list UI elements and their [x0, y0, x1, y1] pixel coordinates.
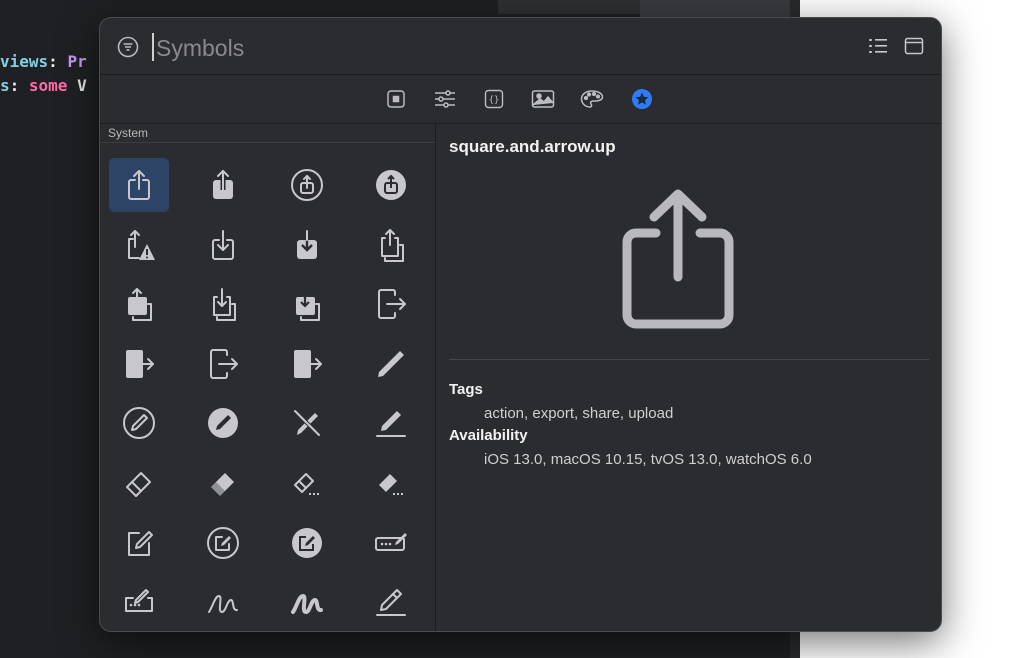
symbol-cell[interactable] [277, 158, 337, 212]
square-and-arrow-up-circle-fill-icon [376, 170, 406, 200]
symbol-cell[interactable] [109, 396, 169, 450]
pencil-line-icon [376, 411, 406, 437]
square-and-arrow-up-fill-icon [213, 170, 233, 199]
rectangle-portrait-and-arrow-right-fill-icon [126, 350, 154, 378]
divider [449, 359, 929, 360]
square-and-arrow-up-trianglebadge-exclamationmark-icon [128, 230, 155, 260]
symbol-cell[interactable] [361, 337, 421, 391]
pencil-and-ellipsis-rectangle-icon [125, 589, 153, 612]
symbol-cell[interactable] [277, 516, 337, 570]
symbol-cell[interactable] [361, 277, 421, 331]
square-and-arrow-down-on-square-fill-icon [296, 289, 320, 321]
symbol-cell[interactable] [109, 158, 169, 212]
symbol-cell[interactable] [193, 158, 253, 212]
list-view-icon[interactable] [868, 37, 888, 55]
svg-text:{}: {} [489, 96, 500, 106]
eraser-line-dashed-fill-icon [379, 474, 405, 495]
pencil-circle-icon [123, 407, 155, 439]
square-and-pencil-circle-icon [207, 527, 239, 559]
square-and-arrow-up-icon [128, 170, 150, 200]
pencil-and-outline-icon [376, 589, 406, 616]
library-tab-bar: {} [100, 75, 941, 124]
symbol-cell[interactable] [361, 218, 421, 272]
filter-icon[interactable] [117, 36, 139, 58]
symbol-cell[interactable] [109, 575, 169, 629]
scribble-variable-icon [291, 593, 323, 615]
rectangle-portrait-and-arrow-forward-icon [210, 349, 238, 379]
symbol-cell[interactable] [193, 516, 253, 570]
availability-value: iOS 13.0, macOS 10.15, tvOS 13.0, watchO… [484, 451, 812, 468]
availability-label: Availability [449, 427, 528, 444]
symbol-cell[interactable] [109, 277, 169, 331]
symbol-cell[interactable] [361, 575, 421, 629]
symbol-cell[interactable] [109, 516, 169, 570]
square-and-arrow-down-on-square-icon [213, 288, 236, 321]
symbol-cell[interactable] [109, 337, 169, 391]
pencil-circle-fill-icon [208, 408, 238, 438]
media-icon[interactable] [531, 87, 555, 111]
search-bar [100, 18, 941, 75]
symbol-cell[interactable] [277, 337, 337, 391]
symbol-cell[interactable] [277, 396, 337, 450]
symbol-detail: square.and.arrow.up Tags action, export,… [436, 124, 941, 631]
symbol-cell[interactable] [193, 277, 253, 331]
tags-label: Tags [449, 381, 483, 398]
symbols-sidebar: System [100, 124, 436, 631]
tags-value: action, export, share, upload [484, 405, 674, 422]
rectangle-portrait-and-arrow-forward-fill-icon [294, 350, 322, 378]
square-and-arrow-down-fill-icon [297, 230, 317, 259]
symbol-cell[interactable] [193, 337, 253, 391]
square-and-pencil-circle-fill-icon [292, 528, 322, 558]
modifiers-icon[interactable] [433, 87, 457, 111]
section-header: System [108, 126, 149, 140]
symbol-cell[interactable] [277, 575, 337, 629]
symbol-cell[interactable] [193, 396, 253, 450]
square-and-pencil-icon [128, 531, 153, 556]
square-and-arrow-down-icon [212, 230, 234, 260]
square-and-arrow-up-on-square-icon [381, 229, 404, 262]
search-input[interactable] [154, 30, 758, 66]
colors-icon[interactable] [580, 87, 604, 111]
square-and-arrow-up-icon [622, 187, 734, 331]
code-line: s: some V [0, 76, 87, 95]
square-and-arrow-up-circle-icon [291, 169, 323, 201]
symbol-name: square.and.arrow.up [449, 137, 616, 156]
window-icon[interactable] [904, 37, 924, 55]
pencil-slash-icon [293, 409, 321, 437]
eraser-line-dashed-icon [294, 473, 321, 495]
rectangle-and-pencil-and-ellipsis-icon [375, 533, 407, 551]
scribble-icon [208, 595, 238, 613]
symbol-cell[interactable] [277, 218, 337, 272]
symbol-cell[interactable] [109, 218, 169, 272]
code-line: views: Pr [0, 52, 87, 71]
symbol-cell[interactable] [193, 218, 253, 272]
symbol-cell[interactable] [277, 277, 337, 331]
pencil-icon [378, 351, 404, 377]
library-panel: {} System sq [99, 17, 942, 632]
symbol-cell[interactable] [361, 456, 421, 510]
symbol-cell[interactable] [361, 158, 421, 212]
eraser-fill-icon [211, 473, 234, 496]
snippets-icon[interactable]: {} [482, 87, 506, 111]
symbol-cell[interactable] [361, 516, 421, 570]
symbol-cell[interactable] [361, 396, 421, 450]
square-and-arrow-up-on-square-fill-icon [128, 288, 152, 321]
symbol-cell[interactable] [193, 575, 253, 629]
symbol-cell[interactable] [109, 456, 169, 510]
symbol-cell[interactable] [193, 456, 253, 510]
symbol-cell[interactable] [277, 456, 337, 510]
divider [100, 142, 435, 143]
views-icon[interactable] [384, 87, 408, 111]
rectangle-portrait-and-arrow-right-icon [378, 289, 406, 319]
symbols-icon[interactable] [630, 87, 654, 111]
eraser-icon [126, 472, 151, 497]
